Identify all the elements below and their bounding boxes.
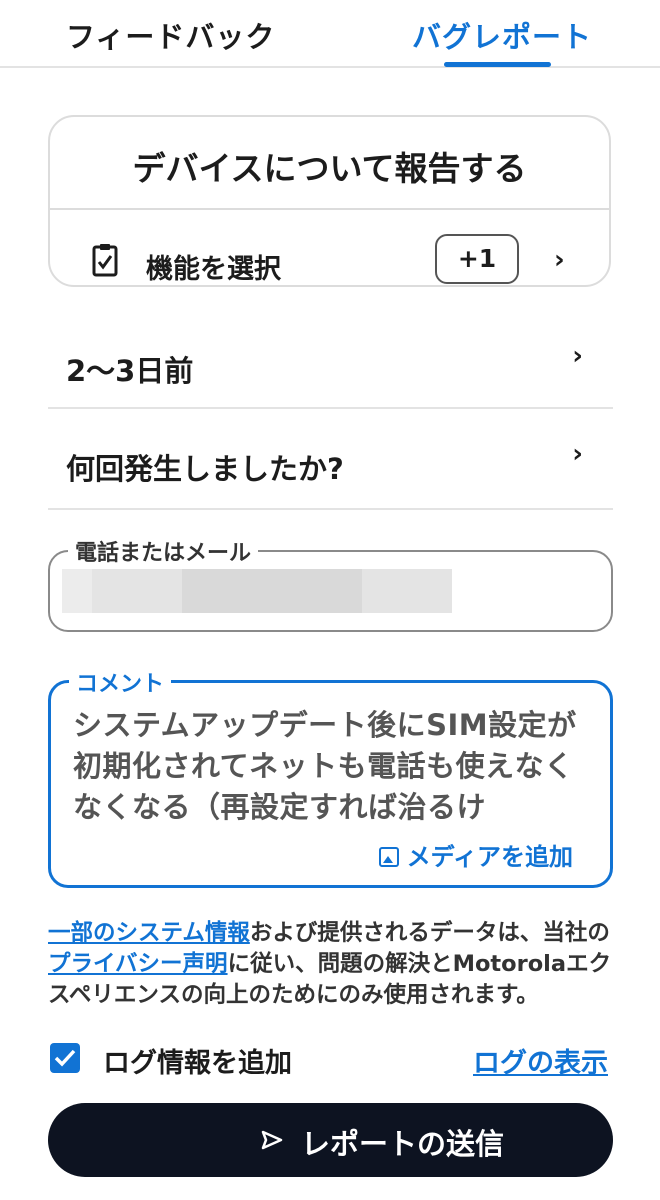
send-report-button[interactable]: レポートの送信 xyxy=(48,1103,613,1177)
when-occurred-row[interactable]: 2〜3日前 › xyxy=(48,312,613,410)
checklist-icon xyxy=(92,244,118,277)
add-log-label: ログ情報を追加 xyxy=(103,1048,292,1079)
divider xyxy=(50,208,609,210)
redacted-value xyxy=(92,569,182,613)
frequency-row[interactable]: 何回発生しましたか? › xyxy=(48,410,613,508)
system-info-link[interactable]: 一部のシステム情報 xyxy=(48,920,250,946)
add-image-icon xyxy=(378,847,399,867)
divider xyxy=(48,407,613,409)
send-report-label: レポートの送信 xyxy=(301,1127,505,1161)
disclaimer-text: および提供されるデータは、当社の xyxy=(249,920,610,946)
when-occurred-label: 2〜3日前 xyxy=(66,354,194,388)
send-icon xyxy=(261,1130,283,1150)
chevron-right-icon: › xyxy=(554,245,565,275)
tab-bar: フィードバック バグレポート xyxy=(0,0,660,68)
checkmark-icon xyxy=(54,1049,76,1067)
divider xyxy=(48,508,613,510)
redacted-value xyxy=(362,569,452,613)
phone-email-field[interactable]: 電話またはメール xyxy=(48,535,613,632)
active-tab-indicator xyxy=(444,62,551,67)
phone-email-legend: 電話またはメール xyxy=(68,535,259,567)
tab-bug-report[interactable]: バグレポート xyxy=(412,14,592,56)
device-report-card: デバイスについて報告する 機能を選択 +1 › xyxy=(48,115,611,287)
comment-legend: コメント xyxy=(69,666,172,698)
redacted-value xyxy=(182,569,362,613)
comment-text[interactable]: システムアップデート後にSIM設定が初期化されてネットも電話も使えなくなくなる（… xyxy=(73,705,593,828)
tab-feedback[interactable]: フィードバック xyxy=(66,14,275,56)
chevron-right-icon: › xyxy=(572,439,583,469)
feature-select-label: 機能を選択 xyxy=(146,254,281,285)
feature-count-badge: +1 xyxy=(435,234,519,284)
redacted-value xyxy=(62,569,92,613)
privacy-statement-link[interactable]: プライバシー声明 xyxy=(48,951,228,977)
frequency-label: 何回発生しましたか? xyxy=(66,452,344,486)
privacy-disclaimer: 一部のシステム情報および提供されるデータは、当社のプライバシー声明に従い、問題の… xyxy=(48,918,618,1011)
add-media-label: メディアを追加 xyxy=(406,843,573,871)
add-media-button[interactable]: メディアを追加 xyxy=(378,837,573,872)
device-report-title: デバイスについて報告する xyxy=(132,149,527,188)
chevron-right-icon: › xyxy=(572,341,583,371)
add-log-checkbox[interactable] xyxy=(50,1043,80,1073)
view-log-link[interactable]: ログの表示 xyxy=(473,1041,608,1080)
comment-field[interactable]: コメント システムアップデート後にSIM設定が初期化されてネットも電話も使えなく… xyxy=(48,666,613,888)
